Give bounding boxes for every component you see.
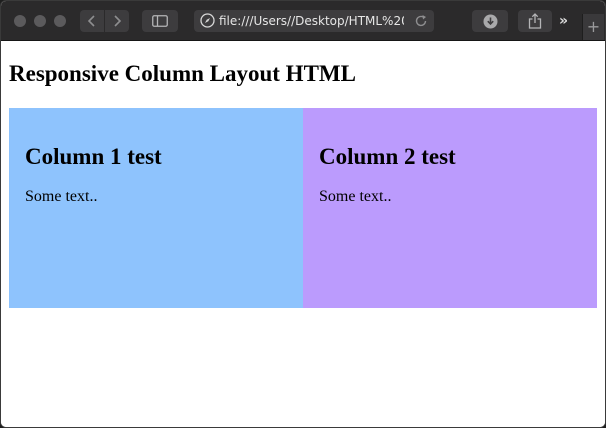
close-window-icon[interactable] — [14, 15, 26, 27]
page-content: Responsive Column Layout HTML Column 1 t… — [1, 41, 605, 427]
sidebar-icon — [152, 15, 168, 27]
browser-window: file:///Users//Desktop/HTML%20 » + Respo… — [0, 0, 606, 428]
column-2-text: Some text.. — [319, 188, 392, 205]
address-bar[interactable]: file:///Users//Desktop/HTML%20 — [194, 10, 434, 32]
download-icon — [483, 14, 497, 28]
column-2-heading: Column 2 test — [319, 144, 456, 169]
address-bar-url: file:///Users//Desktop/HTML%20 — [219, 14, 404, 28]
column-1-heading: Column 1 test — [25, 144, 162, 169]
compass-icon — [200, 13, 215, 28]
forward-button[interactable] — [105, 10, 129, 32]
back-button[interactable] — [80, 10, 104, 32]
share-icon — [528, 13, 542, 29]
minimize-window-icon[interactable] — [34, 15, 46, 27]
column-1: Column 1 test Some text.. — [9, 108, 303, 308]
column-row: Column 1 test Some text.. Column 2 test … — [9, 108, 597, 308]
page-title: Responsive Column Layout HTML — [9, 61, 356, 86]
forward-arrow-icon — [114, 15, 122, 27]
share-button[interactable] — [518, 10, 552, 32]
downloads-button[interactable] — [472, 10, 508, 32]
browser-toolbar: file:///Users//Desktop/HTML%20 » + — [1, 1, 605, 41]
column-2: Column 2 test Some text.. — [303, 108, 597, 308]
zoom-window-icon[interactable] — [54, 15, 66, 27]
back-arrow-icon — [87, 15, 95, 27]
column-1-text: Some text.. — [25, 188, 98, 205]
plus-icon: + — [586, 17, 601, 36]
chevrons-icon[interactable]: » — [559, 12, 577, 30]
new-tab-button[interactable]: + — [582, 14, 604, 40]
sidebar-button[interactable] — [142, 10, 178, 32]
reload-icon[interactable] — [414, 14, 428, 28]
